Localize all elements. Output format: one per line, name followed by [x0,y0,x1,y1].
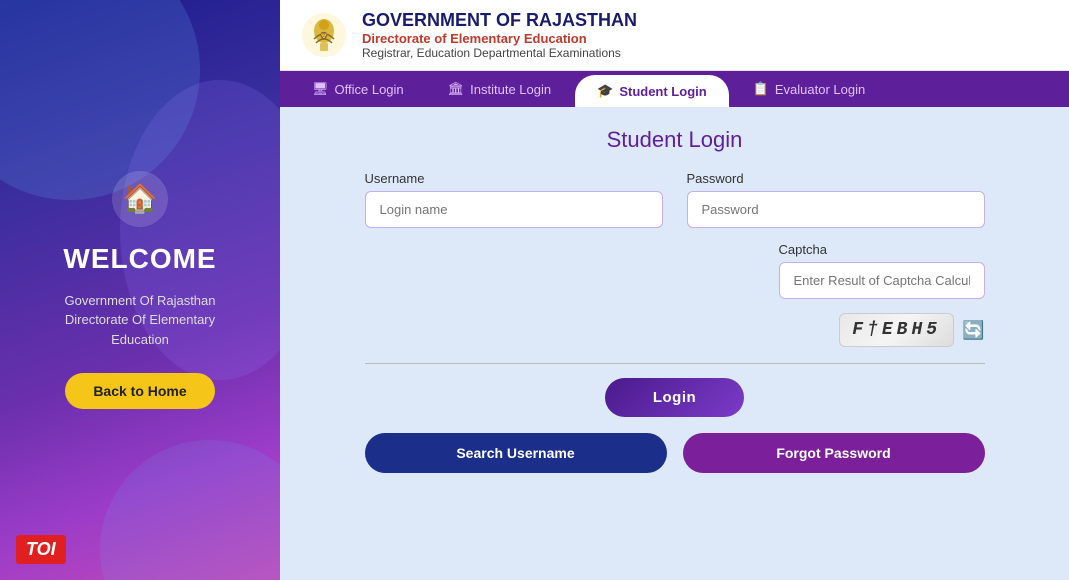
username-password-row: Username Password [365,171,985,228]
form-title: Student Login [607,127,743,153]
captcha-input-group: Captcha [779,242,985,299]
svg-text:🦁: 🦁 [320,31,329,40]
tab-institute-label: Institute Login [470,82,551,97]
welcome-title: WELCOME [63,243,216,275]
captcha-row: Captcha F†EBH5 🔄 [365,242,985,347]
username-input[interactable] [365,191,663,228]
password-input[interactable] [687,191,985,228]
captcha-image-wrap: F†EBH5 🔄 [839,313,984,347]
evaluator-icon: 📋 [753,81,769,97]
office-icon: 🖥 [312,81,329,97]
form-area: Student Login Username Password Captcha [280,107,1069,580]
login-button[interactable]: Login [605,378,744,417]
tab-student-label: Student Login [619,84,706,99]
page-header: 🦁 GOVERNMENT OF RAJASTHAN Directorate of… [280,0,1069,71]
tab-office[interactable]: 🖥 Office Login [290,71,426,107]
captcha-label: Captcha [779,242,985,257]
emblem-icon: 🦁 [300,11,348,59]
password-group: Password [687,171,985,228]
forgot-password-button[interactable]: Forgot Password [683,433,985,473]
header-sub2: Registrar, Education Departmental Examin… [362,46,1049,60]
student-icon: 🎓 [597,83,613,99]
sidebar: 🏠 WELCOME Government Of Rajasthan Direct… [0,0,280,580]
nav-tabs: 🖥 Office Login 🏛 Institute Login 🎓 Stude… [280,71,1069,107]
toi-badge: TOI [16,535,66,564]
captcha-image: F†EBH5 [839,313,954,347]
home-icon: 🏠 [123,182,158,215]
form-card: Username Password Captcha F†EBH5 🔄 [365,171,985,473]
tab-evaluator[interactable]: 📋 Evaluator Login [731,71,888,107]
captcha-input[interactable] [779,262,985,299]
tab-evaluator-label: Evaluator Login [775,82,865,97]
captcha-refresh-icon[interactable]: 🔄 [962,320,984,341]
username-label: Username [365,171,663,186]
tab-office-label: Office Login [335,82,404,97]
action-row: Search Username Forgot Password [365,433,985,473]
login-btn-wrap: Login [365,378,985,417]
header-text: GOVERNMENT OF RAJASTHAN Directorate of E… [362,10,1049,60]
header-title: GOVERNMENT OF RAJASTHAN [362,10,1049,31]
search-username-button[interactable]: Search Username [365,433,667,473]
divider [365,363,985,364]
header-subtitle: Directorate of Elementary Education [362,31,1049,46]
main-content: 🦁 GOVERNMENT OF RAJASTHAN Directorate of… [280,0,1069,580]
sidebar-description: Government Of Rajasthan Directorate Of E… [64,291,215,350]
tab-institute[interactable]: 🏛 Institute Login [426,71,573,107]
username-group: Username [365,171,663,228]
tab-student[interactable]: 🎓 Student Login [575,75,729,107]
institute-icon: 🏛 [448,81,465,97]
home-icon-wrap: 🏠 [112,171,168,227]
back-to-home-button[interactable]: Back to Home [65,373,214,409]
password-label: Password [687,171,985,186]
